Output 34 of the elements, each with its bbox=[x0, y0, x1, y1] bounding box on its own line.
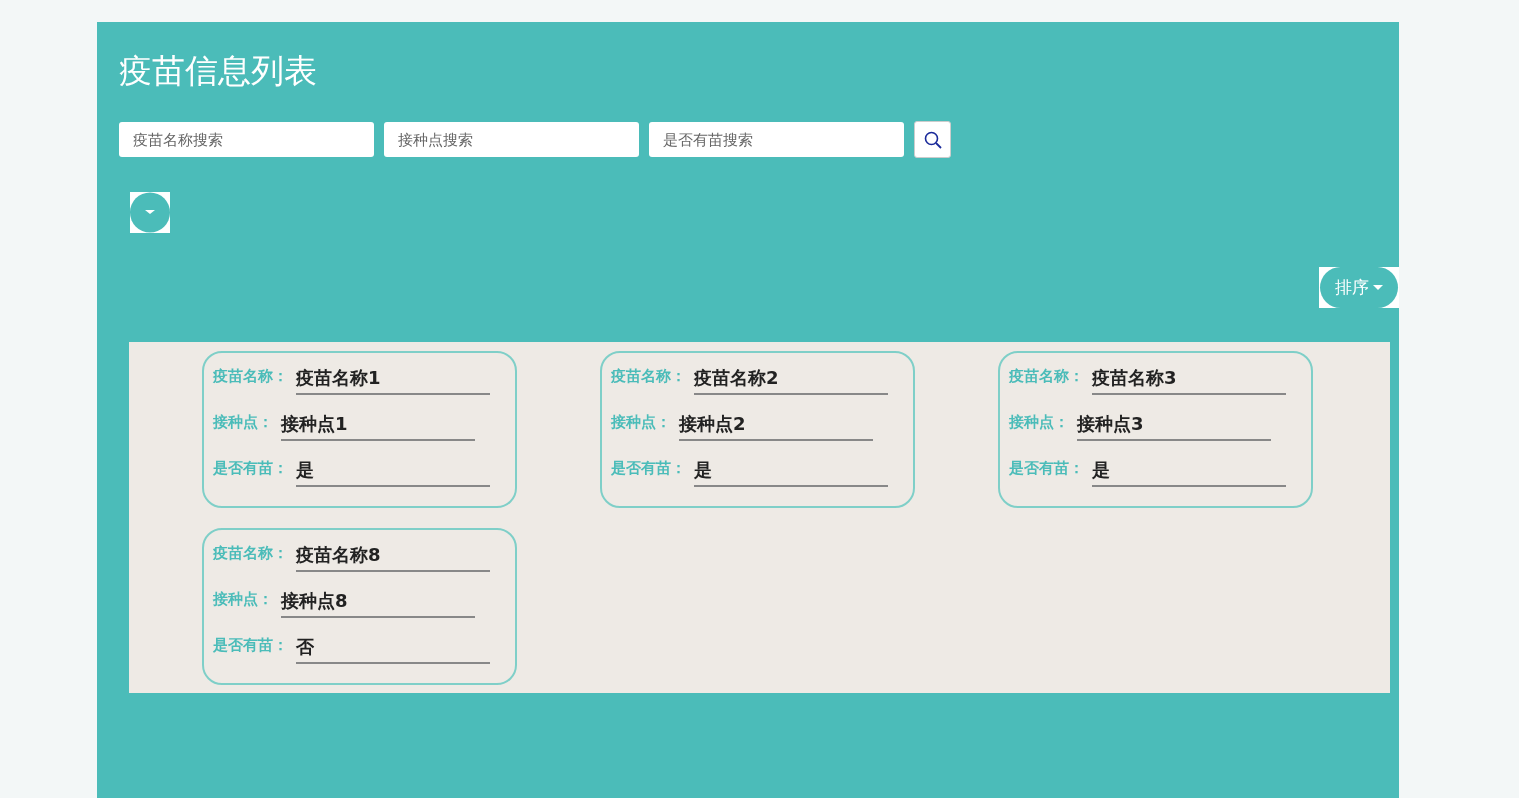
field-label: 是否有苗： bbox=[213, 457, 288, 479]
field-value: 是 bbox=[1092, 456, 1286, 487]
field-label: 接种点： bbox=[611, 411, 671, 433]
field-label: 接种点： bbox=[1009, 411, 1069, 433]
field-value: 否 bbox=[296, 633, 490, 664]
search-icon bbox=[923, 130, 942, 149]
field-label: 疫苗名称： bbox=[1009, 365, 1084, 387]
field-label: 接种点： bbox=[213, 588, 273, 610]
field-value: 接种点2 bbox=[679, 410, 873, 441]
search-field[interactable]: 是否有苗搜索 bbox=[649, 122, 904, 157]
dropdown-toggle-button[interactable] bbox=[130, 192, 170, 233]
field-label: 是否有苗： bbox=[213, 634, 288, 656]
search-button[interactable] bbox=[914, 121, 951, 158]
search-field[interactable]: 接种点搜索 bbox=[384, 122, 639, 157]
sort-button[interactable]: 排序 bbox=[1319, 267, 1399, 308]
field-label: 疫苗名称： bbox=[611, 365, 686, 387]
field-label: 疫苗名称： bbox=[213, 365, 288, 387]
field-label: 接种点： bbox=[213, 411, 273, 433]
search-field[interactable]: 疫苗名称搜索 bbox=[119, 122, 374, 157]
field-value: 疫苗名称2 bbox=[694, 364, 888, 395]
field-value: 疫苗名称3 bbox=[1092, 364, 1286, 395]
field-value: 是 bbox=[296, 456, 490, 487]
field-value: 接种点3 bbox=[1077, 410, 1271, 441]
field-value: 接种点1 bbox=[281, 410, 475, 441]
page-title: 疫苗信息列表 bbox=[119, 50, 318, 92]
field-value: 接种点8 bbox=[281, 587, 475, 618]
field-label: 疫苗名称： bbox=[213, 542, 288, 564]
caret-icon bbox=[130, 192, 170, 233]
field-value: 疫苗名称8 bbox=[296, 541, 490, 572]
field-value: 是 bbox=[694, 456, 888, 487]
field-label: 是否有苗： bbox=[611, 457, 686, 479]
field-value: 疫苗名称1 bbox=[296, 364, 490, 395]
field-label: 是否有苗： bbox=[1009, 457, 1084, 479]
caret-icon bbox=[1373, 284, 1383, 291]
